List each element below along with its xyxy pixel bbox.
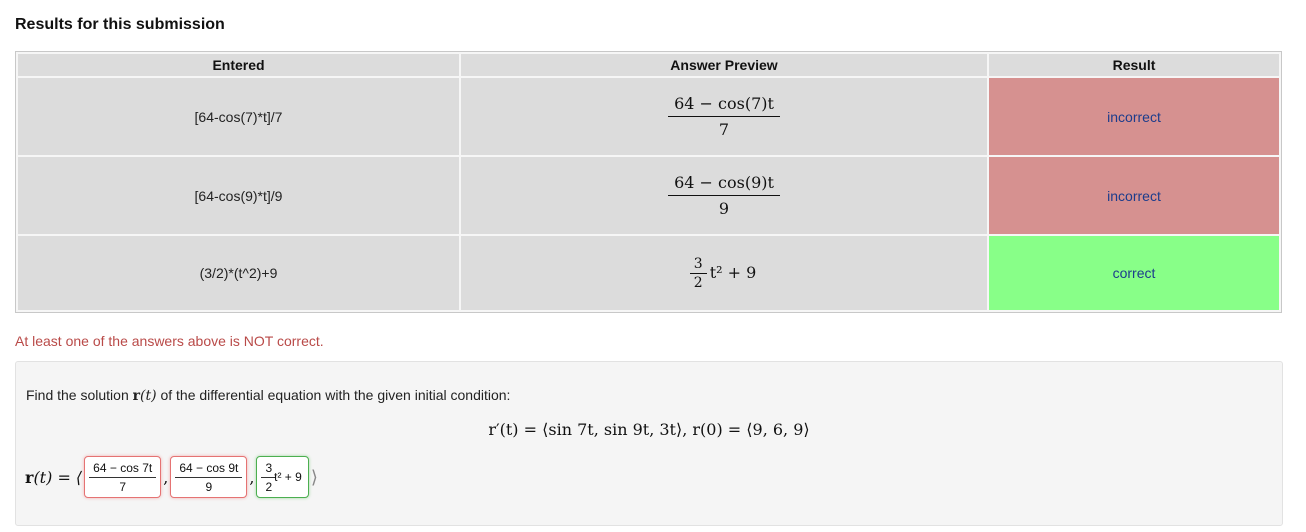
problem-prompt: Find the solution r(t) of the differenti…	[26, 387, 510, 404]
preview-remainder: t² + 9	[709, 262, 757, 282]
result-cell-incorrect: incorrect	[989, 157, 1279, 234]
preview-fraction: 3 2	[689, 255, 707, 291]
answer-3-numerator: 3	[265, 460, 273, 475]
answer-field-3[interactable]: 3 2 t² + 9	[256, 456, 309, 498]
problem-panel: Find the solution r(t) of the differenti…	[15, 361, 1283, 526]
results-heading: Results for this submission	[15, 16, 225, 33]
answer-1-fraction: 64 − cos 7t 7	[89, 460, 157, 494]
header-entered: Entered	[18, 54, 459, 76]
preview-numerator: 64 − cos(9)t	[674, 173, 774, 192]
header-result: Result	[989, 54, 1279, 76]
status-message: At least one of the answers above is NOT…	[15, 333, 324, 349]
result-cell-incorrect: incorrect	[989, 78, 1279, 155]
preview-denominator: 9	[668, 195, 780, 218]
preview-fraction: 64 − cos(7)t 7	[668, 94, 780, 139]
answer-2-fraction: 64 − cos 9t 9	[175, 460, 243, 494]
answer-row: r (t) = ⟨ 64 − cos 7t 7 , 64 − cos 9t 9 ,…	[25, 456, 318, 498]
results-header-row: Entered Answer Preview Result	[18, 54, 1279, 76]
preview-denominator: 7	[668, 116, 780, 139]
problem-equation: r′(t) = ⟨sin 7t, sin 9t, 3t⟩, r(0) = ⟨9,…	[488, 420, 810, 439]
answer-label-r: r	[25, 467, 34, 487]
header-answer-preview: Answer Preview	[461, 54, 987, 76]
preview-numerator: 3	[693, 255, 703, 272]
preview-denominator: 2	[689, 272, 707, 291]
answer-1-numerator: 64 − cos 7t	[93, 460, 153, 475]
answer-separator: ,	[163, 467, 169, 487]
entered-cell: (3/2)*(t^2)+9	[18, 236, 459, 310]
preview-expression: 3 2 t² + 9	[689, 256, 757, 291]
entered-cell: [64-cos(7)*t]/7	[18, 78, 459, 155]
answer-1-denominator: 7	[89, 476, 157, 494]
answer-separator: ,	[249, 467, 255, 487]
entered-cell: [64-cos(9)*t]/9	[18, 157, 459, 234]
preview-cell: 64 − cos(7)t 7	[461, 78, 987, 155]
answer-2-denominator: 9	[175, 476, 243, 494]
answer-field-2[interactable]: 64 − cos 9t 9	[170, 456, 248, 498]
answer-3-remainder: t² + 9	[274, 470, 302, 484]
answer-field-1[interactable]: 64 − cos 7t 7	[84, 456, 162, 498]
preview-numerator: 64 − cos(7)t	[674, 94, 774, 113]
answer-3-fraction: 3 2	[261, 460, 277, 494]
table-row: (3/2)*(t^2)+9 3 2 t² + 9 correct	[18, 236, 1279, 310]
preview-cell: 3 2 t² + 9	[461, 236, 987, 310]
results-table: Entered Answer Preview Result [64-cos(7)…	[15, 51, 1282, 313]
prompt-text-after: of the differential equation with the gi…	[160, 387, 511, 403]
answer-close-bracket: ⟩	[310, 466, 318, 488]
prompt-var-t: (t)	[140, 388, 157, 404]
table-row: [64-cos(7)*t]/7 64 − cos(7)t 7 incorrect	[18, 78, 1279, 155]
answer-label-rest: (t) = ⟨	[33, 467, 83, 487]
preview-fraction: 64 − cos(9)t 9	[668, 173, 780, 218]
preview-cell: 64 − cos(9)t 9	[461, 157, 987, 234]
answer-2-numerator: 64 − cos 9t	[179, 460, 239, 475]
prompt-var-r: r	[132, 388, 141, 404]
result-cell-correct: correct	[989, 236, 1279, 310]
prompt-text-before: Find the solution	[26, 387, 129, 403]
table-row: [64-cos(9)*t]/9 64 − cos(9)t 9 incorrect	[18, 157, 1279, 234]
